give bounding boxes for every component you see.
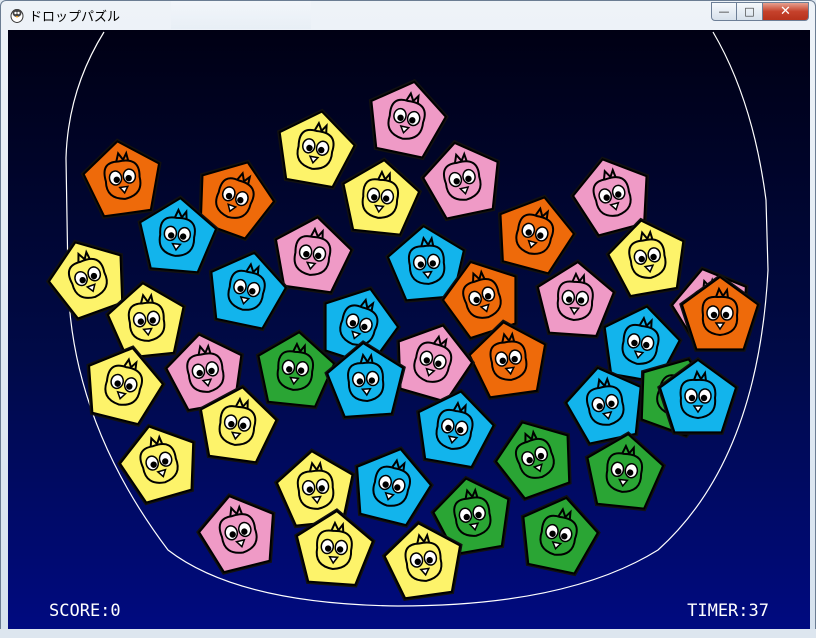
window-bottom-edge <box>0 629 816 638</box>
background-window-edge <box>171 1 311 29</box>
close-button[interactable]: ✕ <box>763 2 809 21</box>
pieces-layer <box>46 78 761 601</box>
piece-orange[interactable] <box>80 138 162 219</box>
penguin-app-icon <box>10 9 24 23</box>
piece-pink[interactable] <box>420 139 501 222</box>
title-bar[interactable]: ドロップパズル — □ ✕ <box>1 1 815 29</box>
piece-blue[interactable] <box>354 446 434 528</box>
piece-green[interactable] <box>493 419 572 502</box>
piece-yellow[interactable] <box>277 108 358 190</box>
piece-yellow[interactable] <box>117 423 196 506</box>
timer-display: TIMER:37 <box>687 601 769 621</box>
piece-green[interactable] <box>520 494 601 577</box>
score-display: SCORE:0 <box>49 601 121 621</box>
game-canvas[interactable]: SCORE:0 TIMER:37 <box>8 30 810 630</box>
piece-pink[interactable] <box>196 493 276 575</box>
puzzle-board[interactable] <box>8 30 810 630</box>
piece-pink[interactable] <box>368 78 449 161</box>
minimize-button[interactable]: — <box>711 2 737 21</box>
app-window: ドロップパズル — □ ✕ SCORE:0 TIMER:37 <box>0 0 816 638</box>
piece-yellow[interactable] <box>86 345 166 427</box>
piece-orange[interactable] <box>497 194 577 277</box>
piece-blue[interactable] <box>416 388 497 470</box>
piece-pink[interactable] <box>273 214 355 295</box>
piece-blue[interactable] <box>208 249 289 332</box>
window-controls: — □ ✕ <box>711 2 809 22</box>
piece-yellow[interactable] <box>340 157 423 238</box>
window-title: ドロップパズル <box>29 10 121 25</box>
maximize-button[interactable]: □ <box>737 2 763 21</box>
